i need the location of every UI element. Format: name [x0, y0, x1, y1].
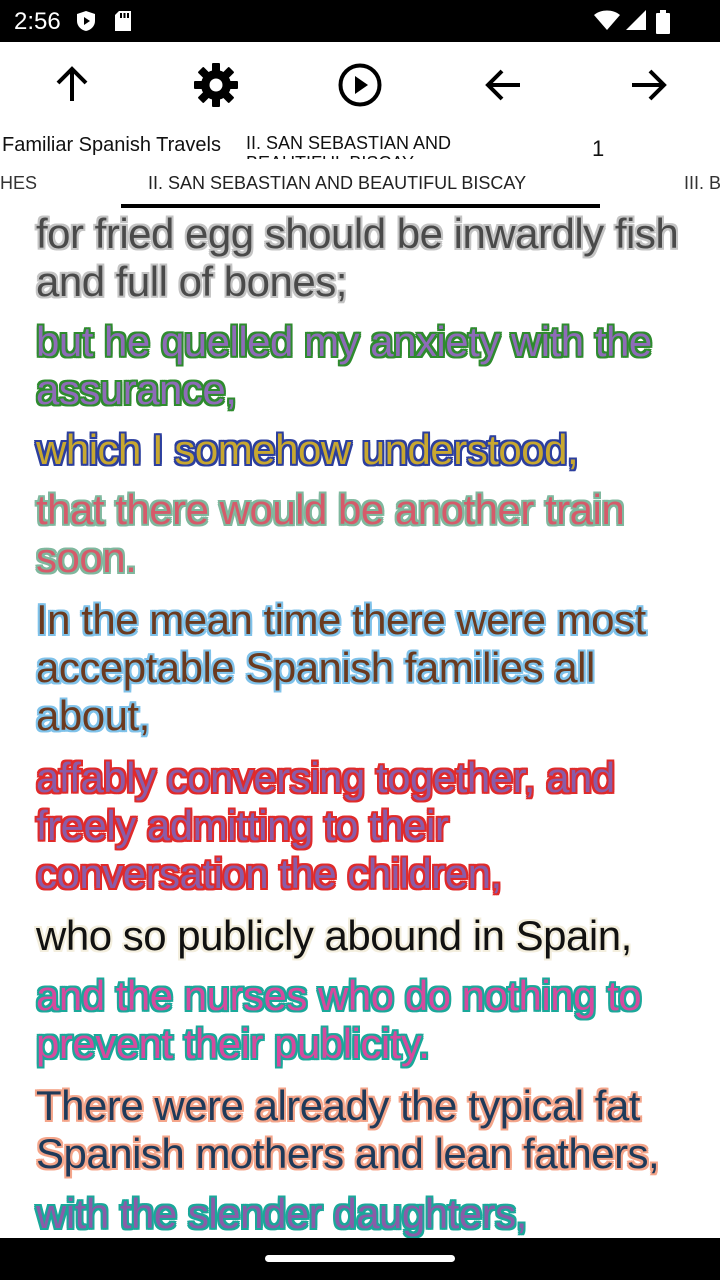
- arrow-back-icon: [484, 65, 524, 110]
- play-protect-icon: [76, 10, 96, 37]
- toolbar: [0, 42, 720, 132]
- arrow-forward-icon: [628, 65, 668, 110]
- paragraph-10[interactable]: with the slender daughters,: [36, 1190, 686, 1238]
- settings-button[interactable]: [186, 62, 246, 112]
- paragraph-7[interactable]: who so publicly abound in Spain,: [36, 912, 686, 960]
- battery-icon: [656, 10, 670, 39]
- status-time: 2:56: [14, 8, 61, 35]
- signal-icon: [626, 10, 646, 37]
- tab-next-chapter[interactable]: III. B: [684, 173, 720, 194]
- up-button[interactable]: [42, 62, 102, 112]
- tab-current-chapter[interactable]: II. SAN SEBASTIAN AND BEAUTIFUL BISCAY: [148, 173, 526, 194]
- status-bar: 2:56: [0, 0, 720, 42]
- arrow-up-icon: [52, 65, 92, 110]
- navigation-bar: [0, 1238, 720, 1280]
- paragraph-8[interactable]: and the nurses who do nothing to prevent…: [36, 972, 686, 1068]
- paragraph-6[interactable]: affably conversing together, and freely …: [36, 754, 686, 898]
- paragraph-5[interactable]: In the mean time there were most accepta…: [36, 596, 686, 740]
- paragraph-1[interactable]: for fried egg should be inwardly fish an…: [36, 210, 686, 306]
- wifi-icon: [594, 10, 620, 37]
- home-gesture-handle[interactable]: [265, 1255, 455, 1262]
- paragraph-2[interactable]: but he quelled my anxiety with the assur…: [36, 318, 686, 414]
- next-button[interactable]: [618, 62, 678, 112]
- play-button[interactable]: [330, 62, 390, 112]
- paragraph-3[interactable]: which I somehow understood,: [36, 426, 686, 474]
- book-info-row: Familiar Spanish Travels II. SAN SEBASTI…: [0, 130, 720, 162]
- book-title: Familiar Spanish Travels: [2, 134, 221, 156]
- chapter-tabs: HES II. SAN SEBASTIAN AND BEAUTIFUL BISC…: [0, 164, 720, 210]
- reader-content[interactable]: for fried egg should be inwardly fish an…: [0, 206, 720, 1238]
- settings-icon: [193, 62, 239, 113]
- page-number: 1: [592, 136, 605, 161]
- previous-button[interactable]: [474, 62, 534, 112]
- play-icon: [337, 62, 383, 113]
- chapter-title: II. SAN SEBASTIAN AND BEAUTIFUL BISCAY: [246, 133, 452, 159]
- paragraph-4[interactable]: that there would be another train soon.: [36, 486, 686, 582]
- paragraph-9[interactable]: There were already the typical fat Spani…: [36, 1082, 686, 1178]
- tab-previous-chapter[interactable]: HES: [0, 173, 37, 194]
- sd-card-icon: [114, 10, 132, 37]
